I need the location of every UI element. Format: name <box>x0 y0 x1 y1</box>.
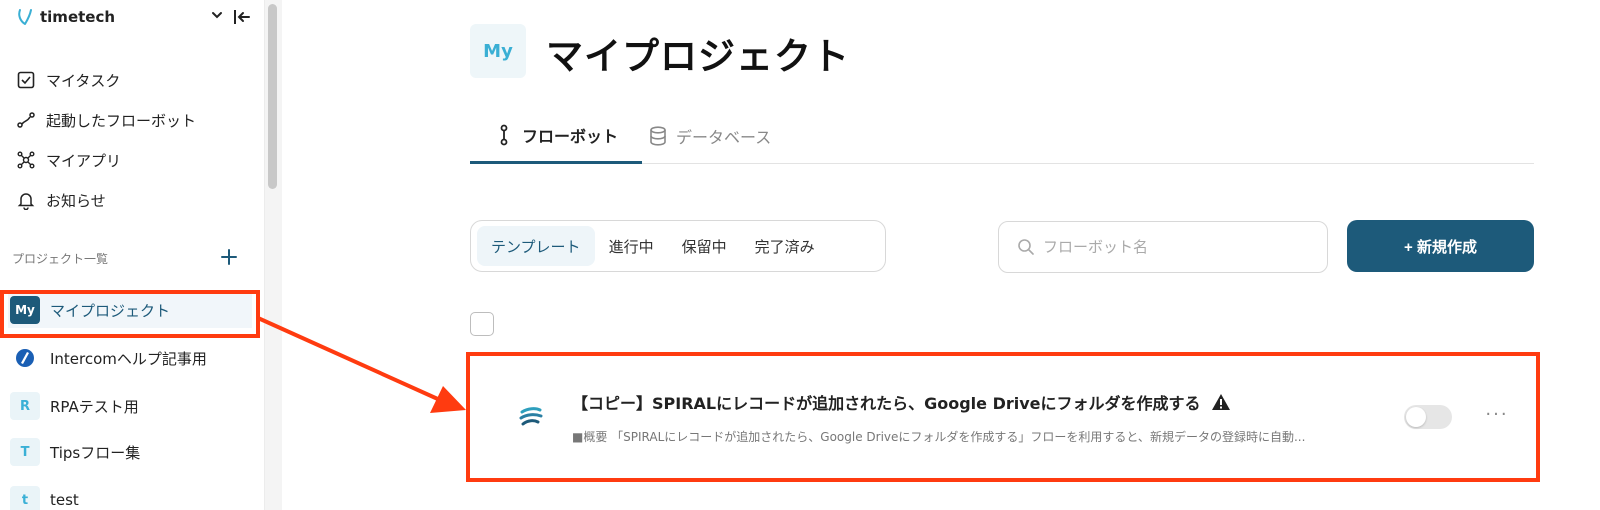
flowbot-icon <box>500 124 508 145</box>
search-input[interactable] <box>1043 238 1303 256</box>
tab-label: データベース <box>676 128 772 147</box>
project-item-test[interactable]: t test <box>8 482 252 510</box>
nav-notifications[interactable]: お知らせ <box>16 188 106 212</box>
search-box <box>998 221 1328 273</box>
filter-template[interactable]: テンプレート <box>477 226 595 266</box>
filter-on-hold[interactable]: 保留中 <box>668 226 741 266</box>
checkbox-icon <box>17 71 35 89</box>
flow-title-text: 【コピー】SPIRALにレコードが追加されたら、Google Driveにフォル… <box>572 394 1201 413</box>
app-network-icon <box>17 151 35 169</box>
brand-name: timetech <box>40 8 116 26</box>
tab-database[interactable]: データベース <box>648 108 771 164</box>
flow-card[interactable] <box>466 352 1540 482</box>
flow-title[interactable]: 【コピー】SPIRALにレコードが追加されたら、Google Driveにフォル… <box>572 390 1231 414</box>
flow-route-icon <box>17 112 35 128</box>
flow-description: ■概要 「SPIRALにレコードが追加されたら、Google Driveにフォル… <box>572 430 1306 444</box>
nav-label: 起動したフローボット <box>46 111 197 130</box>
database-icon <box>650 126 666 146</box>
project-label: Tipsフロー集 <box>50 443 141 462</box>
project-badge: R <box>10 392 40 420</box>
project-list-label: プロジェクト一覧 <box>12 252 109 266</box>
project-label: test <box>50 491 79 509</box>
highlight-box-sidebar <box>0 290 260 338</box>
filter-in-progress[interactable]: 進行中 <box>595 226 668 266</box>
filter-completed[interactable]: 完了済み <box>741 226 829 266</box>
page-title: マイプロジェクト <box>546 35 850 78</box>
add-project-icon[interactable] <box>220 248 238 266</box>
chevron-down-icon[interactable] <box>210 8 224 22</box>
project-label: Intercomヘルプ記事用 <box>50 349 207 368</box>
page-badge: My <box>470 24 526 78</box>
search-icon <box>1018 239 1034 255</box>
flow-enable-toggle[interactable] <box>1404 405 1452 429</box>
nav-label: お知らせ <box>46 191 106 210</box>
toggle-knob <box>1406 407 1426 427</box>
collapse-sidebar-icon[interactable] <box>232 7 252 27</box>
new-flow-button[interactable]: + 新規作成 <box>1347 220 1534 272</box>
project-item-tips[interactable]: T Tipsフロー集 <box>8 434 252 470</box>
project-label: RPAテスト用 <box>50 397 139 416</box>
status-filter-group: テンプレート 進行中 保留中 完了済み <box>470 220 886 272</box>
tabs: フローボット データベース <box>470 108 1534 164</box>
nav-label: マイタスク <box>46 71 121 90</box>
sidebar-scrollbar-thumb[interactable] <box>268 4 277 189</box>
project-item-intercom[interactable]: Intercomヘルプ記事用 <box>8 340 252 376</box>
project-badge: t <box>10 486 40 510</box>
tab-flowbot[interactable]: フローボット <box>470 108 643 164</box>
tab-label: フローボット <box>522 126 619 146</box>
sidebar: timetech マイタスク 起動したフローボット マイアプリ お知らせ プロジ… <box>0 0 264 510</box>
project-badge: T <box>10 438 40 466</box>
select-all-checkbox[interactable] <box>470 312 494 336</box>
nav-launched-flows[interactable]: 起動したフローボット <box>16 108 196 132</box>
warning-icon <box>1211 394 1230 410</box>
nav-label: マイアプリ <box>46 151 122 170</box>
nav-my-apps[interactable]: マイアプリ <box>16 148 121 172</box>
timetech-logo-icon <box>18 9 32 25</box>
bell-icon <box>17 193 35 210</box>
nav-my-tasks[interactable]: マイタスク <box>16 68 120 92</box>
project-item-rpa[interactable]: R RPAテスト用 <box>8 388 252 424</box>
more-options-button[interactable]: ··· <box>1482 404 1512 428</box>
brand[interactable]: timetech <box>16 7 115 27</box>
intercom-logo-icon <box>10 344 40 372</box>
spiral-app-icon <box>519 407 543 426</box>
